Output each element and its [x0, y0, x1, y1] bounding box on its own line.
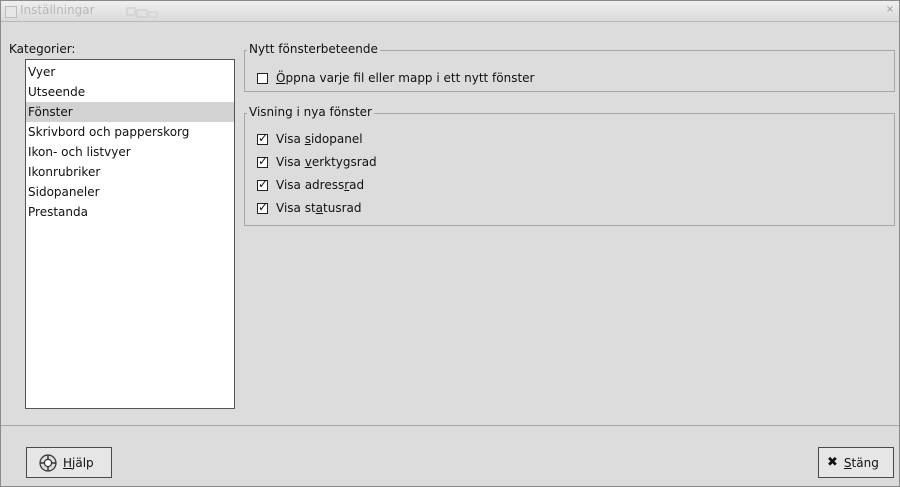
window-title: Inställningar [20, 3, 95, 17]
category-item-vyer[interactable]: Vyer [26, 62, 234, 82]
button-separator [1, 425, 899, 426]
close-button[interactable]: ✖ Stäng [818, 447, 894, 478]
show-sidepanel-option[interactable]: Visa sidopanel [257, 130, 363, 148]
window-title-decoration-icon [126, 7, 158, 18]
show-locationbar-checkbox[interactable] [257, 177, 268, 191]
category-item-ikonrubriker[interactable]: Ikonrubriker [26, 162, 234, 182]
category-item-fonster[interactable]: Fönster [26, 102, 234, 122]
show-locationbar-option[interactable]: Visa adressrad [257, 176, 364, 194]
categories-label: Kategorier: [9, 42, 76, 56]
new-window-behavior-title: Nytt fönsterbeteende [247, 42, 380, 56]
help-button[interactable]: Hjälp [26, 447, 112, 478]
close-button-label: Stäng [843, 455, 879, 470]
new-window-display-frame: Visning i nya fönster Visa sidopanel Vis… [244, 105, 895, 226]
close-x-icon: ✖ [827, 455, 838, 470]
window-close-button[interactable]: × [885, 5, 895, 15]
show-toolbar-label: Visa verktygsrad [276, 155, 377, 169]
category-item-ikon-listvyer[interactable]: Ikon- och listvyer [26, 142, 234, 162]
help-button-label: Hjälp [63, 455, 94, 470]
new-window-behavior-frame: Nytt fönsterbeteende Öppna varje fil ell… [244, 42, 895, 92]
open-in-new-window-checkbox[interactable] [257, 72, 268, 84]
new-window-display-title: Visning i nya fönster [247, 105, 374, 119]
show-statusbar-checkbox[interactable] [257, 200, 268, 214]
open-in-new-window-option[interactable]: Öppna varje fil eller mapp i ett nytt fö… [257, 69, 535, 87]
show-locationbar-label: Visa adressrad [276, 178, 365, 192]
category-item-sidopaneler[interactable]: Sidopaneler [26, 182, 234, 202]
show-sidepanel-checkbox[interactable] [257, 131, 268, 145]
window-menu-icon[interactable] [5, 6, 17, 18]
category-item-utseende[interactable]: Utseende [26, 82, 234, 102]
category-item-prestanda[interactable]: Prestanda [26, 202, 234, 222]
title-bar[interactable]: Inställningar × [1, 1, 899, 22]
show-statusbar-option[interactable]: Visa statusrad [257, 199, 361, 217]
show-sidepanel-label: Visa sidopanel [276, 132, 363, 146]
preferences-window: Inställningar × Kategorier: Vyer Utseend… [0, 0, 900, 487]
categories-list[interactable]: Vyer Utseende Fönster Skrivbord och papp… [25, 59, 235, 409]
show-toolbar-checkbox[interactable] [257, 154, 268, 168]
category-item-skrivbord[interactable]: Skrivbord och papperskorg [26, 122, 234, 142]
show-statusbar-label: Visa statusrad [276, 201, 362, 215]
show-toolbar-option[interactable]: Visa verktygsrad [257, 153, 377, 171]
open-in-new-window-label: Öppna varje fil eller mapp i ett nytt fö… [276, 71, 535, 85]
help-lifebuoy-icon [39, 453, 57, 472]
